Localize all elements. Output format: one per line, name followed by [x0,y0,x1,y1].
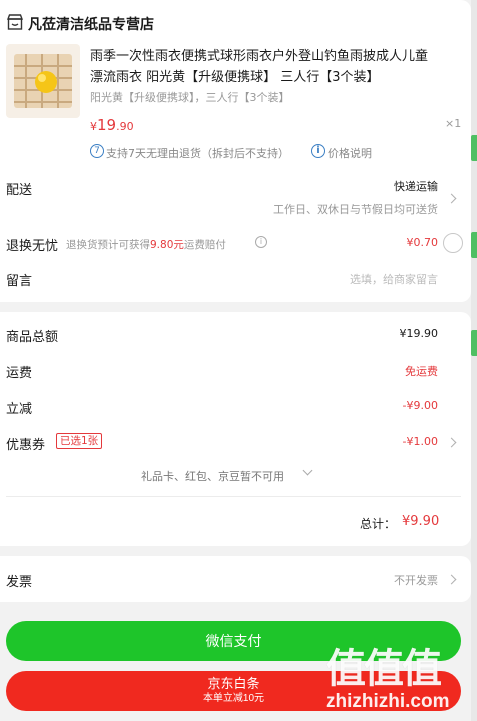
price-decimal: .90 [116,120,134,133]
product-title-line1[interactable]: 雨季一次性雨衣便携式球形雨衣户外登山钓鱼雨披成人儿童 [90,46,428,67]
product-price: ¥19.90 [90,115,134,134]
strip-marker [471,330,477,356]
message-input[interactable]: 选填，给商家留言 [350,271,438,287]
product-quantity: ×1 [445,117,462,130]
goods-total-label: 商品总额 [6,330,59,345]
return-policy-text: 支持7天无理由退货（拆封后不支持） [106,147,289,160]
strip-marker [471,232,477,258]
product-image[interactable] [6,44,80,118]
return-insurance-desc-prefix: 退换货预计可获得 [66,239,150,251]
background-strip [471,0,477,721]
total-label: 总计： [360,517,397,531]
chevron-right-icon[interactable] [446,193,457,204]
chevron-down-icon[interactable] [302,465,313,476]
invoice-label: 发票 [6,575,33,590]
watermark-url: zhizhizhi.com [326,691,450,712]
info-icon[interactable]: i [311,144,325,158]
divider [6,496,461,497]
shipping-label: 运费 [6,366,33,381]
return-insurance-desc: 退换货预计可获得9.80元运费赔付 [66,237,226,252]
delivery-method[interactable]: 快递运输 [394,178,438,194]
coupon-badge[interactable]: 已选1张 [56,433,103,449]
discount-label: 立减 [6,402,33,417]
shop-icon [6,14,24,30]
strip-marker [471,135,477,161]
goods-total-value: ¥19.90 [399,327,439,340]
product-thumbnail [14,54,72,108]
invoice-card[interactable]: 发票 不开发票 [0,556,471,602]
price-integer: 19 [97,116,117,134]
price-note-link[interactable]: 价格说明 [328,145,372,161]
return-insurance-price: ¥0.70 [406,236,439,249]
unavailable-note[interactable]: 礼品卡、红包、京豆暂不可用 [141,468,284,484]
delivery-schedule: 工作日、双休日与节假日均可送货 [273,203,438,216]
invoice-value: 不开发票 [394,574,438,587]
info-icon[interactable]: i [255,236,267,248]
message-label: 留言 [6,274,33,289]
return-insurance-amount: 9.80元 [150,239,184,251]
return-insurance-label: 退换无忧 [6,239,59,254]
chevron-right-icon[interactable] [446,437,457,448]
product-title-line2[interactable]: 漂流雨衣 阳光黄【升级便携球】 三人行【3个装】 [90,67,380,88]
delivery-label: 配送 [6,183,33,198]
price-symbol: ¥ [90,120,97,133]
watermark-logo: 值值值 [326,646,442,692]
order-card: 凡莅清洁纸品专营店 雨季一次性雨衣便携式球形雨衣户外登山钓鱼雨披成人儿童 漂流雨… [0,0,471,302]
coupon-label: 优惠券 [6,438,46,453]
chevron-right-icon[interactable] [446,574,457,585]
return-insurance-checkbox[interactable] [443,233,463,253]
coupon-value: -¥1.00 [402,435,438,448]
return-insurance-desc-suffix: 运费赔付 [183,239,226,251]
product-spec: 阳光黄【升级便携球】，三人行【3个装】 [90,91,290,104]
summary-card: 商品总额 ¥19.90 运费 免运费 立减 -¥9.00 优惠券 已选1张 -¥… [0,312,471,546]
shipping-value: 免运费 [405,365,438,378]
return-policy-icon: 7 [90,144,104,158]
discount-value: -¥9.00 [402,399,438,412]
shop-name[interactable]: 凡莅清洁纸品专营店 [28,14,154,34]
total-value: ¥9.90 [402,514,440,529]
